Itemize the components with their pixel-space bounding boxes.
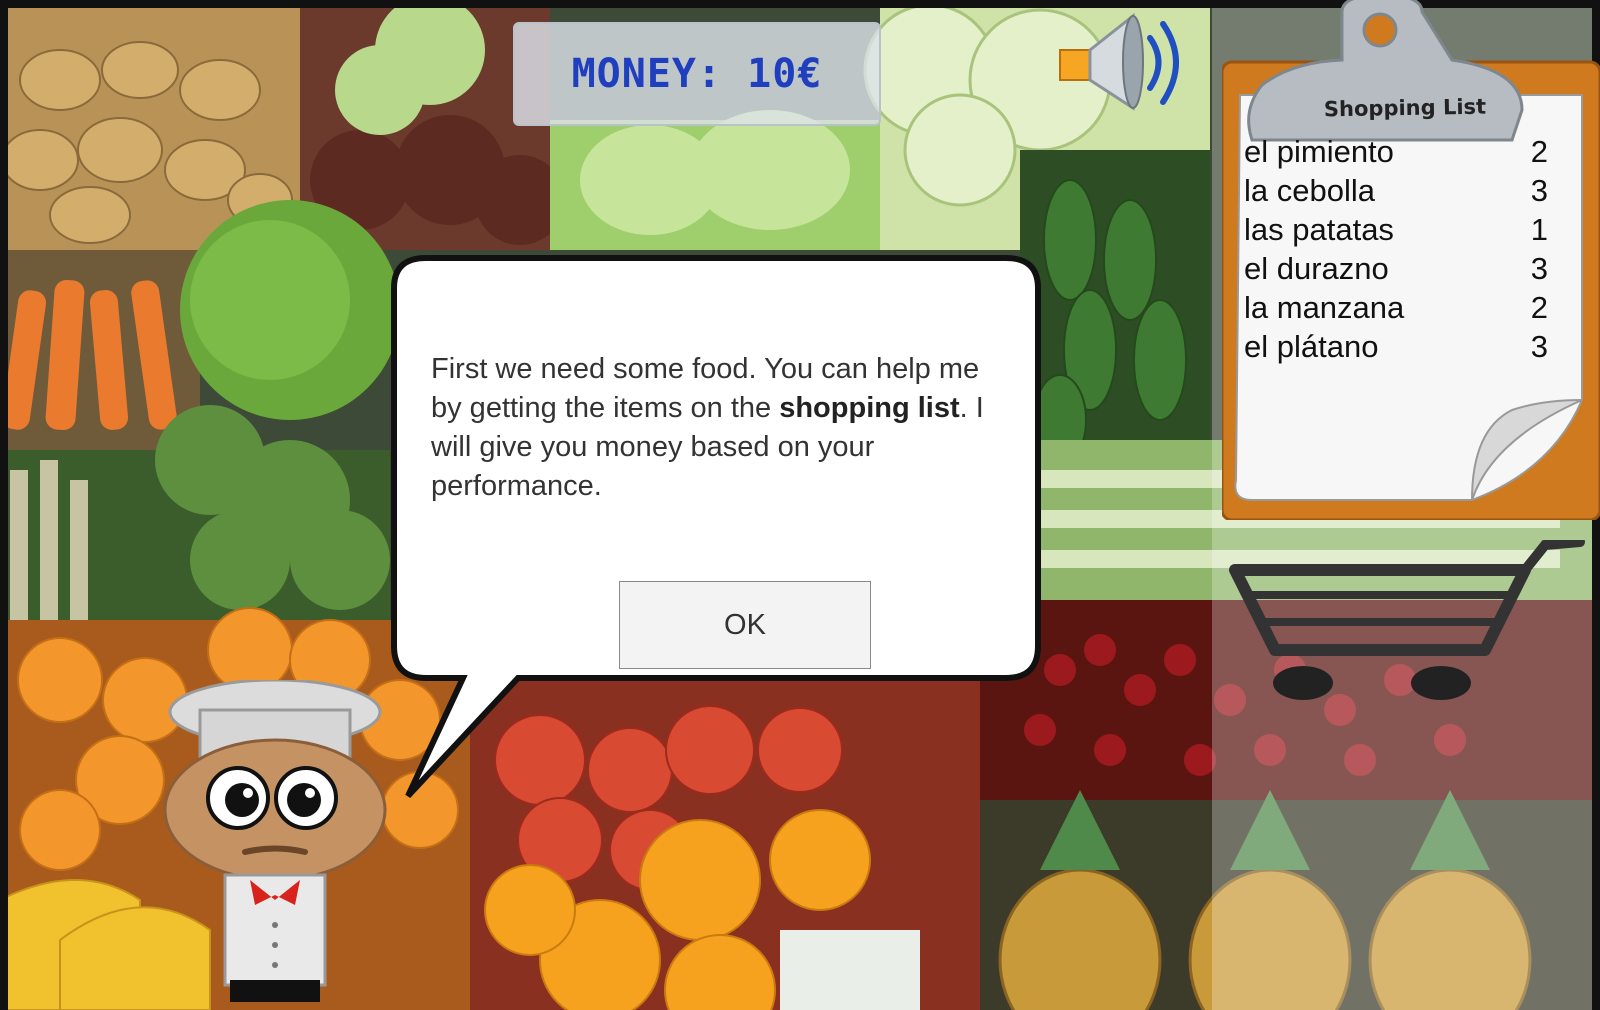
list-item: el pimiento 2: [1244, 132, 1554, 171]
dialog-message: First we need some food. You can help me…: [431, 350, 991, 506]
list-item: las patatas 1: [1244, 210, 1554, 249]
list-item: la manzana 2: [1244, 288, 1554, 327]
item-quantity: 2: [1530, 290, 1548, 325]
dialog-text-bold: shopping list: [779, 392, 960, 424]
item-name: las patatas: [1244, 212, 1394, 247]
item-quantity: 1: [1530, 212, 1548, 247]
ok-button[interactable]: OK: [619, 581, 871, 669]
list-item: el durazno 3: [1244, 249, 1554, 288]
shopping-list: el pimiento 2 la cebolla 3 las patatas 1 el…: [1244, 132, 1554, 366]
speaker-icon[interactable]: [1055, 8, 1205, 113]
item-quantity: 2: [1530, 134, 1548, 169]
item-name: el pimiento: [1244, 134, 1394, 169]
money-label: MONEY: 10€: [571, 51, 823, 97]
item-name: el plátano: [1244, 329, 1379, 364]
chef-character: [163, 680, 387, 1002]
item-quantity: 3: [1530, 329, 1548, 364]
list-item: la cebolla 3: [1244, 171, 1554, 210]
list-item: el plátano 3: [1244, 327, 1554, 366]
money-display: MONEY: 10€: [513, 22, 881, 126]
item-quantity: 3: [1530, 251, 1548, 286]
item-name: la manzana: [1244, 290, 1405, 325]
item-name: la cebolla: [1244, 173, 1375, 208]
item-name: el durazno: [1244, 251, 1389, 286]
shopping-list-title: Shopping List: [1323, 94, 1487, 122]
item-quantity: 3: [1530, 173, 1548, 208]
game-stage: MONEY: 10€ Shopping List el pimiento 2 la…: [0, 0, 1600, 1010]
shopping-cart-icon[interactable]: [1215, 540, 1600, 720]
